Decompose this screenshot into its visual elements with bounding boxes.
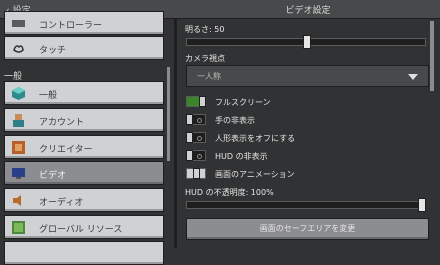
hide-hud-toggle[interactable]	[186, 150, 206, 161]
safe-area-button[interactable]: 画面のセーフエリアを変更	[186, 218, 429, 240]
sidebar-item-partial[interactable]	[4, 241, 164, 265]
settings-panel: 明るさ: 50 カメラ視点 一人称 フルスクリーン 手の非表示 人形表示をオフに…	[177, 19, 440, 248]
hud-opacity-slider[interactable]	[186, 198, 426, 212]
sidebar-item-label: グローバル リソース	[39, 225, 123, 235]
sidebar-item-label: コントローラー	[39, 21, 103, 31]
sidebar-item-audio[interactable]: オーディオ	[4, 188, 164, 212]
toggle-knob	[186, 114, 193, 125]
screen-animation-toggle[interactable]	[186, 168, 206, 179]
monitor-icon	[12, 168, 25, 179]
sidebar-item-video[interactable]: ビデオ	[4, 161, 164, 185]
hud-opacity-thumb[interactable]	[418, 198, 426, 212]
camera-label: カメラ視点	[185, 54, 225, 63]
toggle-off-icon	[197, 118, 202, 123]
hide-paperdoll-toggle[interactable]	[186, 132, 206, 143]
settings-scrollbar[interactable]	[430, 21, 434, 91]
sidebar-scrollbar[interactable]	[167, 67, 170, 161]
chevron-down-icon	[408, 74, 418, 80]
account-icon	[13, 114, 24, 127]
hide-paperdoll-label: 人形表示をオフにする	[215, 134, 296, 143]
sidebar-item-label: クリエイター	[39, 145, 93, 155]
sidebar-item-label: 一般	[39, 91, 58, 101]
hud-opacity-label: HUD の不透明度: 100%	[185, 188, 274, 197]
brightness-thumb[interactable]	[303, 35, 311, 49]
touch-icon	[13, 45, 24, 53]
camera-dropdown[interactable]: 一人称	[186, 65, 429, 87]
camera-value: 一人称	[197, 72, 221, 81]
sidebar-item-global-resources[interactable]: グローバル リソース	[4, 215, 164, 239]
controller-icon	[12, 20, 25, 27]
toggle-knob	[186, 150, 193, 161]
sidebar-item-label: ビデオ	[39, 171, 67, 181]
sidebar-item-creator[interactable]: クリエイター	[4, 135, 164, 159]
toggle-knob	[186, 132, 193, 143]
cube-icon	[12, 87, 25, 100]
sidebar: コントローラー タッチ 一般 一般 アカウント クリエイター ビデオ オーディオ…	[0, 11, 174, 265]
sidebar-item-label: アカウント	[39, 118, 85, 128]
brightness-label: 明るさ: 50	[185, 25, 225, 34]
toggle-off-icon	[197, 136, 202, 141]
hide-hand-label: 手の非表示	[215, 116, 255, 125]
sidebar-item-controller[interactable]: コントローラー	[4, 11, 164, 35]
sidebar-item-label: オーディオ	[39, 198, 84, 208]
toggle-knob	[199, 96, 206, 107]
brightness-slider[interactable]	[186, 35, 426, 49]
screen-animation-label: 画面のアニメーション	[215, 170, 295, 179]
fullscreen-toggle[interactable]	[186, 96, 206, 107]
toggle-off-icon	[197, 154, 202, 159]
hide-hud-label: HUD の非表示	[215, 152, 268, 161]
toggle-knob	[193, 168, 200, 179]
sidebar-item-touch[interactable]: タッチ	[4, 36, 164, 60]
resource-icon	[12, 221, 25, 234]
sidebar-item-account[interactable]: アカウント	[4, 108, 164, 132]
sidebar-item-label: タッチ	[39, 46, 67, 56]
sidebar-item-general[interactable]: 一般	[4, 81, 164, 105]
hide-hand-toggle[interactable]	[186, 114, 206, 125]
fullscreen-label: フルスクリーン	[215, 98, 271, 107]
creator-icon	[12, 141, 25, 154]
speaker-icon	[13, 195, 21, 206]
